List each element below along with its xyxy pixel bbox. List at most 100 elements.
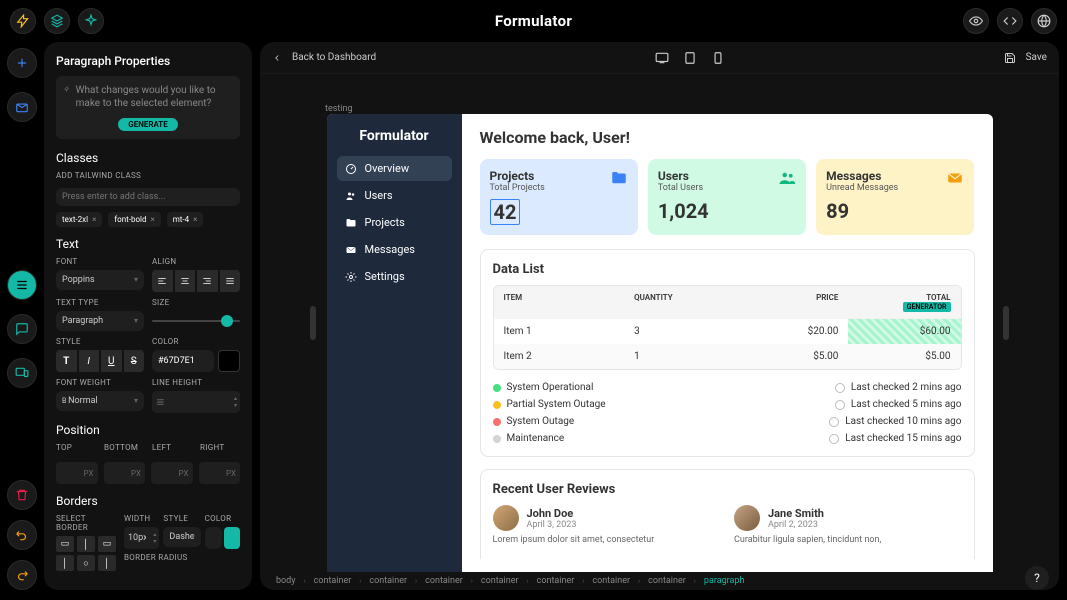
bold-icon[interactable]: T: [56, 350, 77, 372]
color-input[interactable]: [152, 350, 214, 372]
remove-chip-icon[interactable]: ×: [193, 215, 197, 224]
envelope-icon: [946, 169, 964, 187]
class-chip: mt-4×: [167, 212, 204, 227]
mobile-icon[interactable]: [711, 51, 725, 65]
italic-icon[interactable]: I: [79, 350, 100, 372]
undo-icon[interactable]: [7, 520, 37, 550]
align-center-icon[interactable]: [175, 270, 196, 292]
users-icon: [778, 169, 796, 187]
class-chip: font-bold×: [108, 212, 160, 227]
top-input[interactable]: PX: [56, 462, 98, 484]
clock-icon: [835, 383, 845, 393]
breadcrumb-item[interactable]: container: [363, 575, 413, 587]
card-projects: Projects Total Projects 42: [480, 159, 638, 235]
users-icon: [345, 190, 357, 202]
breadcrumb-item[interactable]: container: [308, 575, 358, 587]
save-button[interactable]: Save: [1004, 52, 1047, 64]
class-chip: text-2xl×: [56, 212, 102, 227]
settings-icon[interactable]: [7, 270, 37, 300]
nav-overview[interactable]: Overview: [337, 156, 452, 181]
size-slider[interactable]: [152, 311, 240, 331]
trash-icon[interactable]: [7, 480, 37, 510]
canvas-label: testing: [325, 104, 353, 114]
reviews-title: Recent User Reviews: [493, 482, 962, 497]
preview-brand: Formulator: [337, 128, 452, 144]
align-left-icon[interactable]: [152, 270, 173, 292]
breadcrumb-item[interactable]: paragraph: [698, 575, 751, 587]
gauge-icon: [345, 163, 357, 175]
chevron-left-icon: [272, 53, 282, 63]
review-item: Jane SmithApril 2, 2023 Curabitur ligula…: [734, 505, 962, 547]
app-title: Formulator: [495, 12, 572, 30]
nav-messages[interactable]: Messages: [337, 237, 452, 262]
breadcrumb: body› container› container› container› c…: [260, 572, 1059, 590]
layers-icon[interactable]: [44, 8, 70, 34]
welcome-heading: Welcome back, User!: [480, 128, 975, 147]
bolt-icon[interactable]: [10, 8, 36, 34]
breadcrumb-item[interactable]: body: [270, 575, 302, 587]
status-row: System OutageLast checked 10 mins ago: [493, 416, 962, 427]
breadcrumb-item[interactable]: container: [475, 575, 525, 587]
border-width-input[interactable]: ▴▾: [124, 527, 159, 549]
desktop-icon[interactable]: [655, 51, 669, 65]
chat-icon[interactable]: [7, 314, 37, 344]
eye-icon[interactable]: [963, 8, 989, 34]
back-to-dashboard[interactable]: Back to Dashboard: [272, 52, 376, 63]
generate-button[interactable]: GENERATE: [118, 118, 178, 131]
remove-chip-icon[interactable]: ×: [150, 215, 154, 224]
align-right-icon[interactable]: [197, 270, 218, 292]
ai-box: What changes would you like to make to t…: [56, 76, 240, 139]
help-button[interactable]: ?: [1025, 566, 1049, 590]
data-table: ITEM QUANTITY PRICE TOTALGENERATOR Item …: [493, 285, 962, 370]
envelope-icon: [345, 244, 357, 256]
font-select[interactable]: Poppins: [56, 270, 144, 290]
color-swatch[interactable]: [218, 350, 240, 372]
breadcrumb-item[interactable]: container: [419, 575, 469, 587]
align-justify-icon[interactable]: [220, 270, 241, 292]
status-row: MaintenanceLast checked 15 mins ago: [493, 433, 962, 444]
properties-panel: Paragraph Properties What changes would …: [44, 42, 252, 590]
datalist-title: Data List: [493, 262, 962, 277]
classes-section-title: Classes: [56, 151, 240, 165]
panel-title: Paragraph Properties: [56, 54, 240, 68]
border-style-select[interactable]: Dashe: [163, 527, 200, 547]
breadcrumb-item[interactable]: container: [642, 575, 692, 587]
remove-chip-icon[interactable]: ×: [92, 215, 96, 224]
status-row: Partial System OutageLast checked 5 mins…: [493, 399, 962, 410]
globe-icon[interactable]: [1031, 8, 1057, 34]
line-height-input[interactable]: ▴▾: [152, 391, 240, 413]
inbox-icon[interactable]: [7, 92, 37, 122]
redo-icon[interactable]: [7, 560, 37, 590]
tablet-icon[interactable]: [683, 51, 697, 65]
text-type-select[interactable]: Paragraph: [56, 311, 144, 331]
selected-element[interactable]: 42: [490, 199, 521, 225]
underline-icon[interactable]: U: [101, 350, 122, 372]
bolt-icon: [64, 84, 70, 94]
status-row: System OperationalLast checked 2 mins ag…: [493, 382, 962, 393]
sparkle-icon[interactable]: [78, 8, 104, 34]
code-icon[interactable]: [997, 8, 1023, 34]
left-input[interactable]: PX: [151, 462, 193, 484]
review-item: John DoeApril 3, 2023 Lorem ipsum dolor …: [493, 505, 721, 547]
clock-icon: [835, 400, 845, 410]
card-messages: Messages Unread Messages 89: [816, 159, 974, 235]
avatar: [493, 505, 519, 531]
nav-users[interactable]: Users: [337, 183, 452, 208]
add-class-input[interactable]: [56, 188, 240, 206]
border-color-swatch[interactable]: [224, 527, 240, 549]
preview-frame: Formulator Overview Users Projects Messa…: [327, 114, 993, 572]
clock-icon: [829, 417, 839, 427]
breadcrumb-item[interactable]: container: [586, 575, 636, 587]
strike-icon[interactable]: S: [124, 350, 145, 372]
nav-settings[interactable]: Settings: [337, 264, 452, 289]
folder-icon: [345, 217, 357, 229]
nav-projects[interactable]: Projects: [337, 210, 452, 235]
add-button[interactable]: [7, 48, 37, 78]
devices-icon[interactable]: [7, 358, 37, 388]
bottom-input[interactable]: PX: [104, 462, 146, 484]
right-input[interactable]: PX: [199, 462, 241, 484]
breadcrumb-item[interactable]: container: [531, 575, 581, 587]
border-selector[interactable]: ▭│▭ │○│: [56, 536, 116, 571]
font-weight-select[interactable]: B Normal: [56, 391, 144, 411]
ai-prompt-text[interactable]: What changes would you like to make to t…: [76, 84, 232, 110]
